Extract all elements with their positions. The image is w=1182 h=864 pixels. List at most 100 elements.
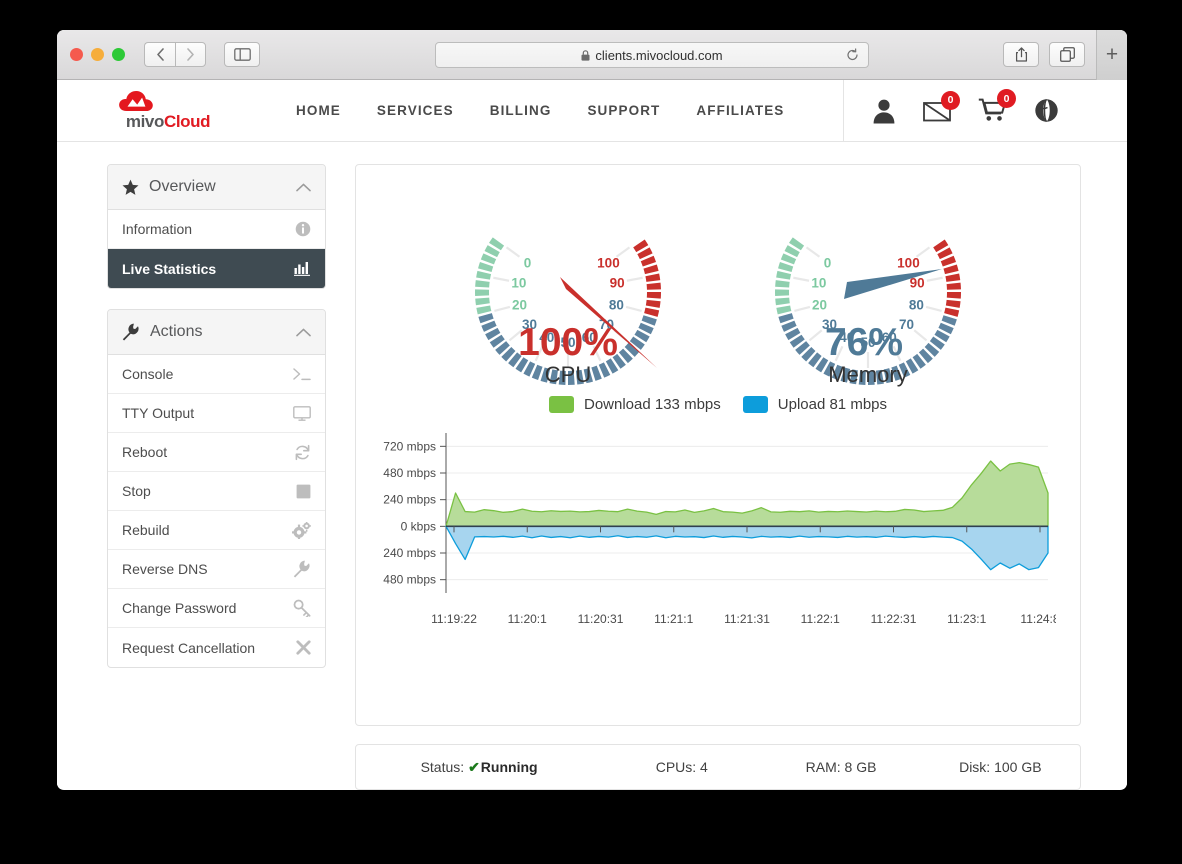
cart-button[interactable]: 0 <box>978 89 1016 123</box>
sidebar-item-reverse-dns[interactable]: Reverse DNS <box>108 550 325 589</box>
overview-panel-header[interactable]: Overview <box>108 165 325 210</box>
sidebar-item-reboot[interactable]: Reboot <box>108 433 325 472</box>
gears-icon <box>292 521 311 539</box>
address-bar[interactable]: clients.mivocloud.com <box>435 42 869 68</box>
cpu-gauge: 010203040 50 60708090100 100% CPU <box>475 237 661 387</box>
chevron-up-icon[interactable] <box>296 328 311 337</box>
forward-button[interactable] <box>175 42 206 67</box>
sidebar-toggle-button[interactable] <box>224 42 260 67</box>
back-arrow-icon <box>156 48 165 61</box>
memory-value: 76% <box>825 321 903 364</box>
nav-item-billing[interactable]: BILLING <box>490 103 552 118</box>
legend-item-download: Download 133 mbps <box>549 396 721 413</box>
reload-icon[interactable] <box>846 48 859 62</box>
chart-y-tick-label: 240 mbps <box>383 493 436 507</box>
site-logo[interactable]: mivoCloud <box>118 90 218 132</box>
gauge-tick-label: 20 <box>512 297 527 312</box>
server-status-bar: Status: ✔Running CPUs: 4 RAM: 8 GB Disk:… <box>355 744 1081 790</box>
chart-y-tick-label: 0 kbps <box>401 519 436 533</box>
overview-panel: Overview Information Live Statistics <box>107 164 326 289</box>
status-value: Running <box>480 758 538 775</box>
status-label: Status: <box>420 758 465 775</box>
messages-button[interactable]: 0 <box>923 90 960 122</box>
sidebar-item-label: Stop <box>122 483 151 499</box>
actions-panel: Actions Console TTY Output Reboot Stop R… <box>107 309 326 668</box>
chart-x-tick-label: 11:21:1 <box>654 612 693 626</box>
chart-y-tick-label: 480 mbps <box>383 573 436 587</box>
sidebar-item-request-cancellation[interactable]: Request Cancellation <box>108 628 325 667</box>
cloud-icon <box>118 90 218 112</box>
close-window-button[interactable] <box>70 48 83 61</box>
star-icon <box>122 179 139 196</box>
address-bar-text: clients.mivocloud.com <box>595 47 723 63</box>
legend-label-download: Download 133 mbps <box>584 396 721 413</box>
chevron-up-icon[interactable] <box>296 183 311 192</box>
chart-x-tick-label: 11:20:1 <box>508 612 547 626</box>
gauge-group: 0 10 20 30 40 50 60 70 80 90 100 100% CPU 0 10 20 30 4… <box>356 173 1080 394</box>
show-tabs-button[interactable] <box>1049 42 1085 67</box>
minimize-window-button[interactable] <box>91 48 104 61</box>
chart-y-tick-label: 240 mbps <box>383 546 436 560</box>
sidebar-item-change-password[interactable]: Change Password <box>108 589 325 628</box>
cpu-value: 100% <box>518 321 618 364</box>
nav-item-affiliates[interactable]: AFFILIATES <box>696 103 784 118</box>
gauge-tick-label: 20 <box>812 297 827 312</box>
chart-area-upload <box>445 525 1049 571</box>
share-icon <box>1015 47 1028 62</box>
back-button[interactable] <box>144 42 175 67</box>
stop-square-icon <box>296 484 311 499</box>
chart-x-tick-label: 11:21:31 <box>724 612 770 626</box>
sidebar-item-label: Live Statistics <box>122 260 217 277</box>
show-tabs-icon <box>1059 47 1075 62</box>
sidebar-item-label: Reboot <box>122 444 168 460</box>
overview-panel-title: Overview <box>149 178 216 195</box>
sidebar-item-label: Console <box>122 366 174 382</box>
status-cell-ram: RAM: 8 GB <box>805 759 877 775</box>
nav-item-support[interactable]: SUPPORT <box>587 103 660 118</box>
terminal-icon <box>293 367 311 381</box>
actions-panel-title: Actions <box>150 323 203 340</box>
header-icon-group: 0 0 <box>843 80 1127 141</box>
refresh-icon <box>294 444 311 461</box>
site-header: mivoCloud HOME SERVICES BILLING SUPPORT … <box>57 80 1127 142</box>
gauge-tick-label: 10 <box>811 276 826 291</box>
nav-item-home[interactable]: HOME <box>296 103 341 118</box>
cart-badge: 0 <box>997 89 1016 108</box>
memory-needle <box>844 269 942 299</box>
sidebar-item-console[interactable]: Console <box>108 355 325 394</box>
sidebar-item-tty-output[interactable]: TTY Output <box>108 394 325 433</box>
chart-area-download <box>445 460 1049 527</box>
gauge-tick-label: 90 <box>610 276 625 291</box>
main-navigation: HOME SERVICES BILLING SUPPORT AFFILIATES <box>296 103 784 118</box>
new-tab-button[interactable]: + <box>1096 30 1127 80</box>
memory-caption: Memory <box>828 362 907 387</box>
nav-item-services[interactable]: SERVICES <box>377 103 454 118</box>
legend-item-upload: Upload 81 mbps <box>742 396 887 413</box>
bar-chart-icon <box>294 261 311 276</box>
close-x-icon <box>296 640 311 655</box>
language-button[interactable] <box>1034 98 1059 123</box>
page-body: Overview Information Live Statistics Act… <box>57 142 1127 790</box>
account-button[interactable] <box>872 98 896 124</box>
forward-arrow-icon <box>186 48 195 61</box>
actions-panel-header[interactable]: Actions <box>108 310 325 355</box>
maximize-window-button[interactable] <box>112 48 125 61</box>
status-cell-cpus: CPUs: 4 <box>655 759 708 775</box>
wrench-icon <box>293 560 311 578</box>
sidebar-item-label: Request Cancellation <box>122 639 256 656</box>
sidebar-item-live-statistics[interactable]: Live Statistics <box>108 249 325 288</box>
share-button[interactable] <box>1003 42 1039 67</box>
gauge-tick-label: 0 <box>524 256 532 271</box>
sidebar-item-information[interactable]: Information <box>108 210 325 249</box>
live-statistics-card: 0 10 20 30 40 50 60 70 80 90 100 100% CPU 0 10 20 30 4… <box>355 164 1081 726</box>
status-cell-state: Status: ✔Running <box>356 759 602 776</box>
main-content: 0 10 20 30 40 50 60 70 80 90 100 100% CPU 0 10 20 30 4… <box>355 164 1081 790</box>
chart-x-tick-label: 11:22:31 <box>871 612 917 626</box>
sidebar-item-stop[interactable]: Stop <box>108 472 325 511</box>
lock-icon <box>581 49 590 61</box>
chart-x-tick-label: 11:20:31 <box>578 612 624 626</box>
status-cell-disk: Disk: 100 GB <box>959 759 1042 775</box>
navigation-buttons <box>144 42 260 67</box>
chart-legend: Download 133 mbps Upload 81 mbps <box>356 396 1080 413</box>
sidebar-item-rebuild[interactable]: Rebuild <box>108 511 325 550</box>
